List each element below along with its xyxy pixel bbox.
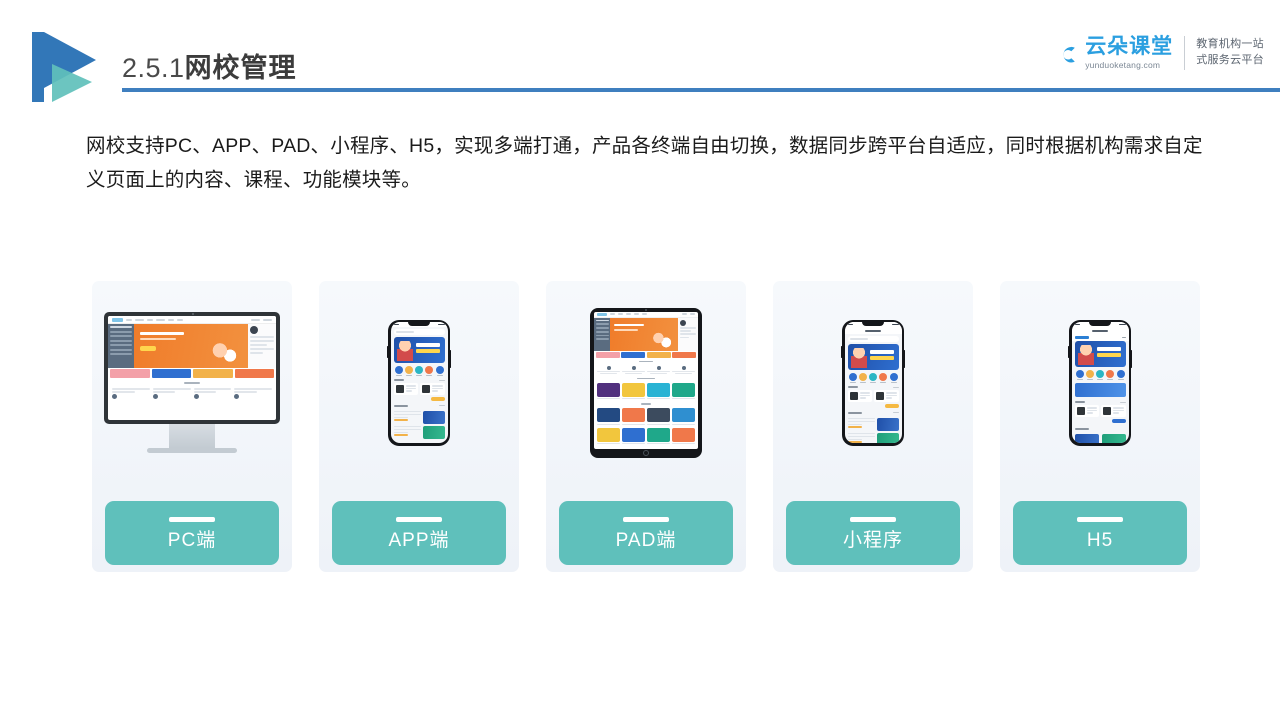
label-accent-bar [169, 516, 215, 522]
device-label-app[interactable]: APP端 [332, 501, 506, 565]
device-card-list: PC端 APP端 PAD端 小程序 H5 [92, 281, 1200, 572]
brand-tagline-line1: 教育机构一站 [1196, 38, 1264, 51]
body-paragraph: 网校支持PC、APP、PAD、小程序、H5，实现多端打通，产品各终端自由切换，数… [86, 135, 1203, 191]
device-label-text: H5 [1086, 529, 1114, 551]
brand-left-group: 云朵课堂 yunduoketang.com [1054, 35, 1174, 70]
brand-divider [1184, 36, 1186, 70]
smartphone-icon [1000, 281, 1200, 484]
device-label-text: PAD端 [615, 529, 677, 551]
brand-logo: 云朵课堂 yunduoketang.com 教育机构一站 式服务云平台 [1054, 36, 1264, 70]
desktop-monitor-icon [92, 281, 292, 484]
cloud-icon [1063, 46, 1075, 63]
device-label-text: PC端 [167, 529, 217, 551]
tablet-icon [546, 281, 746, 484]
slide-root: 2.5.1 网校管理 云朵课堂 yunduoketang.com 教育机构一站 … [0, 0, 1280, 720]
page-title: 2.5.1 网校管理 [122, 46, 297, 85]
page-title-number: 2.5.1 [122, 53, 185, 83]
device-label-text: 小程序 [842, 529, 903, 551]
device-label-miniprogram[interactable]: 小程序 [786, 501, 960, 565]
play-triangle-logo [28, 30, 104, 104]
smartphone-icon [319, 281, 519, 484]
device-card-miniprogram[interactable]: 小程序 [773, 281, 973, 572]
label-accent-bar [623, 516, 669, 522]
device-label-text: APP端 [388, 529, 450, 551]
brand-words: 云朵课堂 yunduoketang.com [1085, 35, 1174, 70]
smartphone-icon [773, 281, 973, 484]
device-card-pad[interactable]: PAD端 [546, 281, 746, 572]
device-card-h5[interactable]: H5 [1000, 281, 1200, 572]
brand-tagline: 教育机构一站 式服务云平台 [1196, 37, 1264, 69]
title-underline-rule [122, 88, 1280, 92]
brand-tagline-line2: 式服务云平台 [1196, 54, 1264, 66]
device-card-pc[interactable]: PC端 [92, 281, 292, 572]
label-accent-bar [396, 516, 442, 522]
brand-url: yunduoketang.com [1085, 59, 1161, 70]
label-accent-bar [850, 516, 896, 522]
device-card-app[interactable]: APP端 [319, 281, 519, 572]
brand-name: 云朵课堂 [1085, 35, 1174, 59]
device-label-h5[interactable]: H5 [1013, 501, 1187, 565]
label-accent-bar [1077, 516, 1123, 522]
page-title-text: 网校管理 [184, 53, 297, 83]
device-label-pc[interactable]: PC端 [105, 501, 279, 565]
device-label-pad[interactable]: PAD端 [559, 501, 733, 565]
